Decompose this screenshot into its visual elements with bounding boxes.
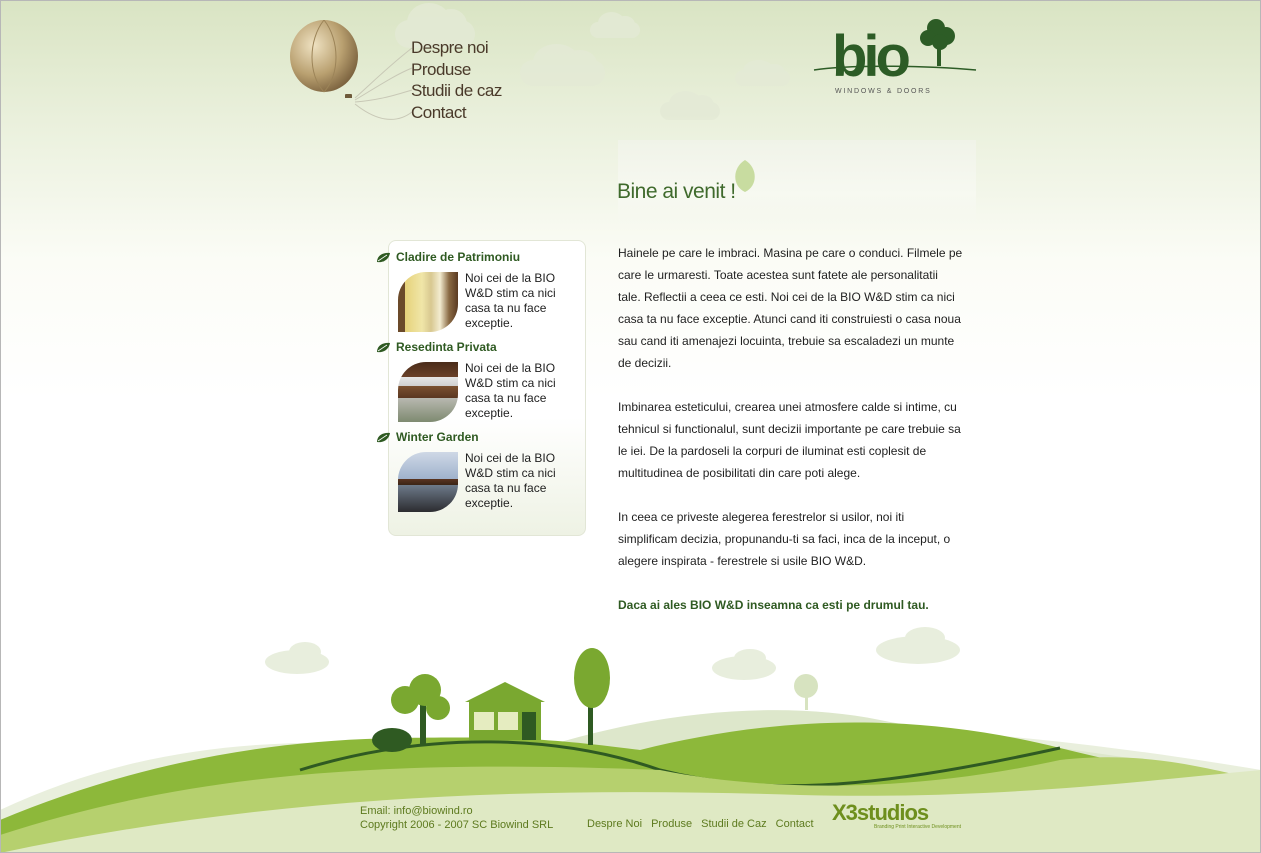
case-study-thumbnail[interactable] [398,272,458,332]
cloud [590,12,640,38]
leaf-bullet-icon [377,252,390,262]
case-study-desc: Noi cei de la BIO W&D stim ca nici casa … [465,271,556,330]
nav-studii-de-caz[interactable]: Studii de caz [411,80,502,102]
case-study-desc: Noi cei de la BIO W&D stim ca nici casa … [465,361,556,420]
case-study-thumbnail[interactable] [398,452,458,512]
motto-text: Daca ai ales BIO W&D inseamna ca esti pe… [618,598,929,612]
x3studios-credit[interactable]: X3studios Branding Print Interactive Dev… [832,800,961,831]
case-study-desc: Noi cei de la BIO W&D stim ca nici casa … [465,451,556,510]
footer-nav-despre-noi[interactable]: Despre Noi [587,818,642,830]
nav-despre-noi[interactable]: Despre noi [411,37,502,59]
balloon-ropes [354,47,413,120]
footer-copyright: Copyright 2006 - 2007 SC Biowind SRL [360,819,554,831]
credit-tagline: Branding Print Interactive Development [874,824,961,830]
content-paragraph: In ceea ce priveste alegerea ferestrelor… [618,510,951,568]
main-nav: Despre noi Produse Studii de caz Contact [411,37,502,123]
credit-logo: X3studios [832,800,929,825]
nav-produse[interactable]: Produse [411,59,502,81]
bio-logo[interactable]: bio WINDOWS & DOORS [812,16,978,102]
content-paragraph: Imbinarea esteticului, crearea unei atmo… [618,400,961,480]
cloud [735,60,790,86]
welcome-content: Hainele pe care le imbraci. Masina pe ca… [618,242,963,638]
case-study-title[interactable]: Cladire de Patrimoniu [396,250,520,264]
nav-contact[interactable]: Contact [411,102,502,124]
cloud [660,91,720,120]
footer-nav-produse[interactable]: Produse [651,818,692,830]
footer-nav-contact[interactable]: Contact [776,818,814,830]
leaf-bullet-icon [377,432,390,442]
case-study-thumbnail[interactable] [398,362,458,422]
case-study-title[interactable]: Resedinta Privata [396,340,497,354]
footer-contact: Email: info@biowind.ro Copyright 2006 - … [360,804,553,832]
welcome-title: Bine ai venit ! [617,180,736,203]
footer-nav-studii-de-caz[interactable]: Studii de Caz [701,818,766,830]
logo-word: bio [832,24,911,89]
content-paragraph: Hainele pe care le imbraci. Masina pe ca… [618,246,963,370]
case-study-title[interactable]: Winter Garden [396,430,479,444]
footer-nav: Despre Noi Produse Studii de Caz Contact [587,818,820,830]
logo-subtitle: WINDOWS & DOORS [835,88,932,95]
leaf-bullet-icon [377,342,390,352]
cloud [520,44,605,86]
footer-email[interactable]: Email: info@biowind.ro [360,804,553,818]
